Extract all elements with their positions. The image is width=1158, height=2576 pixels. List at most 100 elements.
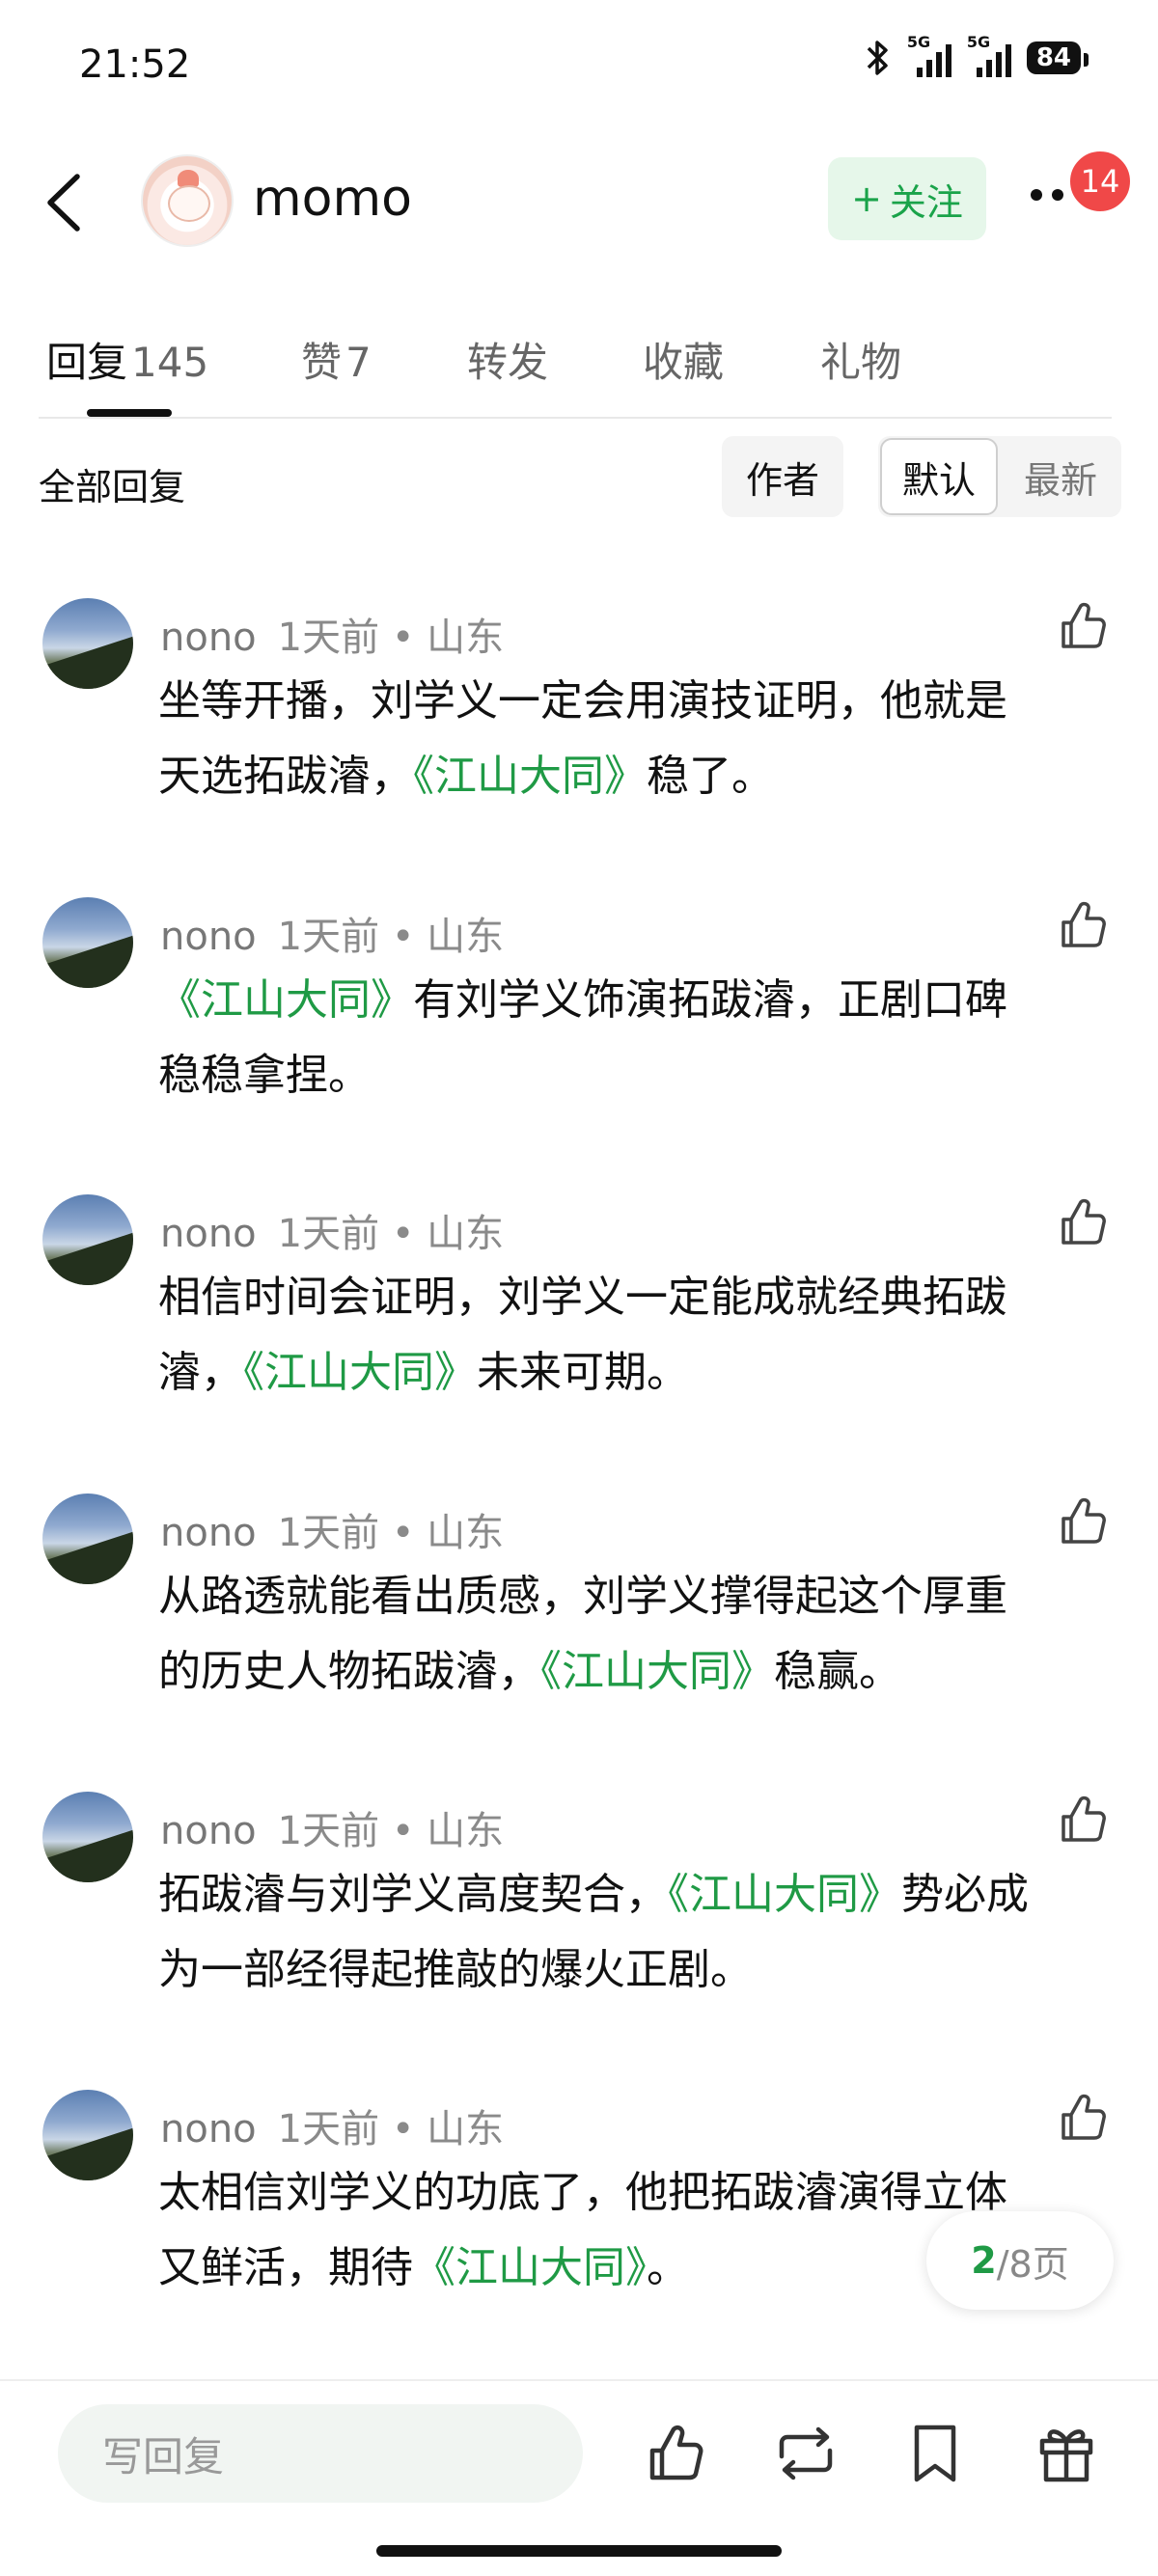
comment-item[interactable]: nono 1天前 • 山东 从路透就能看出质感，刘学义撑得起这个厚重 的历史人物拓跋濬… — [0, 1494, 1158, 1783]
commenter-avatar[interactable] — [42, 897, 133, 988]
comment-meta: nono 1天前 • 山东 — [160, 905, 504, 961]
comment-text-segment: 相信时间会证明，刘学义一定能成就经典拓跋 — [158, 1273, 1007, 1322]
comment-text-segment: 稳稳拿捏。 — [158, 1051, 371, 1100]
comment-line: 为一部经得起推敲的爆火正剧。 — [158, 1932, 1123, 2008]
sort-default-button[interactable]: 默认 — [880, 438, 998, 515]
comment-text-segment: 有刘学义饰演拓跋濬，正剧口碑 — [413, 975, 1007, 1025]
drama-title-link[interactable]: 《江山大同》 — [540, 1647, 774, 1696]
comment-text-segment: 从路透就能看出质感，刘学义撑得起这个厚重 — [158, 1572, 1007, 1621]
tab-replies-label: 回复 — [46, 339, 128, 386]
signal-label-2: 5G — [966, 33, 991, 51]
commenter-name[interactable]: nono — [160, 2107, 257, 2151]
tab-favorites[interactable]: 收藏 — [643, 330, 724, 389]
signal-icon-2: 5G — [967, 33, 1011, 77]
tab-likes[interactable]: 赞7 — [301, 330, 372, 389]
comment-time-location: 1天前 • 山东 — [277, 2107, 505, 2151]
comment-text-segment: 又鲜活，期待 — [158, 2243, 413, 2292]
follow-button[interactable]: + 关注 — [828, 157, 986, 240]
bottom-divider — [0, 2379, 1158, 2381]
reply-input[interactable]: 写回复 — [58, 2404, 583, 2503]
signal-icon-1: 5G — [907, 33, 951, 77]
sort-latest-button[interactable]: 最新 — [1000, 436, 1121, 517]
commenter-avatar[interactable] — [42, 1792, 133, 1882]
user-avatar[interactable] — [141, 154, 234, 247]
bookmark-icon[interactable] — [901, 2420, 969, 2487]
commenter-avatar[interactable] — [42, 1194, 133, 1285]
drama-title-link[interactable]: 《江山大同》 — [243, 1348, 477, 1397]
drama-title-link[interactable]: 《江山大同》 — [413, 2243, 647, 2292]
drama-title-link[interactable]: 《江山大同》 — [413, 752, 647, 801]
gift-icon[interactable] — [1033, 2420, 1100, 2487]
comment-text: 拓跋濬与刘学义高度契合，《江山大同》势必成 为一部经得起推敲的爆火正剧。 — [158, 1857, 1123, 2008]
commenter-avatar[interactable] — [42, 2090, 133, 2180]
commenter-avatar[interactable] — [42, 1494, 133, 1584]
username[interactable]: momo — [253, 170, 412, 228]
comment-text-segment: 天选拓跋濬， — [158, 752, 413, 801]
comment-text: 从路透就能看出质感，刘学义撑得起这个厚重 的历史人物拓跋濬，《江山大同》稳赢。 — [158, 1559, 1123, 1710]
comment-line: 坐等开播，刘学义一定会用演技证明，他就是 — [158, 664, 1123, 739]
page-indicator[interactable]: 2/8页 — [926, 2211, 1114, 2310]
comment-item[interactable]: nono 1天前 • 山东 相信时间会证明，刘学义一定能成就经典拓跋 濬，《江山大同》… — [0, 1194, 1158, 1484]
tab-replies-count: 145 — [131, 339, 209, 386]
like-icon[interactable] — [641, 2420, 708, 2487]
bluetooth-icon — [867, 41, 888, 75]
comment-text-segment: 濬， — [158, 1348, 243, 1397]
repost-icon[interactable] — [772, 2420, 840, 2487]
comment-time-location: 1天前 • 山东 — [277, 1212, 505, 1256]
comment-line: 拓跋濬与刘学义高度契合，《江山大同》势必成 — [158, 1857, 1123, 1932]
comment-time-location: 1天前 • 山东 — [277, 915, 505, 959]
comment-text-segment: 拓跋濬与刘学义高度契合， — [158, 1870, 668, 1919]
status-bar: 21:52 5G 5G 84 — [0, 0, 1158, 130]
tab-replies[interactable]: 回复145 — [46, 330, 208, 389]
comment-time-location: 1天前 • 山东 — [277, 616, 505, 660]
tab-favorites-label: 收藏 — [643, 339, 725, 386]
comment-line: 从路透就能看出质感，刘学义撑得起这个厚重 — [158, 1559, 1123, 1634]
comment-line: 稳稳拿捏。 — [158, 1038, 1123, 1113]
more-options-icon[interactable] — [1031, 189, 1063, 201]
comment-text-segment: 稳了。 — [647, 752, 774, 801]
comment-meta: nono 1天前 • 山东 — [160, 2097, 504, 2153]
comment-time-location: 1天前 • 山东 — [277, 1511, 505, 1555]
commenter-avatar[interactable] — [42, 598, 133, 689]
commenter-name[interactable]: nono — [160, 1511, 257, 1555]
comment-meta: nono 1天前 • 山东 — [160, 1799, 504, 1855]
comment-text: 坐等开播，刘学义一定会用演技证明，他就是 天选拓跋濬，《江山大同》稳了。 — [158, 664, 1123, 814]
active-tab-indicator — [87, 409, 172, 417]
battery-indicator: 84 — [1026, 41, 1089, 74]
notification-badge: 14 — [1067, 149, 1133, 214]
comment-line: 相信时间会证明，刘学义一定能成就经典拓跋 — [158, 1260, 1123, 1335]
comment-like-icon[interactable] — [1056, 1196, 1110, 1250]
tab-reposts[interactable]: 转发 — [467, 330, 548, 389]
page-current: 2 — [971, 2239, 997, 2282]
author-filter-chip[interactable]: 作者 — [722, 436, 843, 517]
commenter-name[interactable]: nono — [160, 915, 257, 959]
comment-like-icon[interactable] — [1056, 1794, 1110, 1848]
tab-gifts[interactable]: 礼物 — [820, 330, 901, 389]
comment-time-location: 1天前 • 山东 — [277, 1809, 505, 1853]
status-icons: 5G 5G 84 — [863, 33, 1089, 77]
commenter-name[interactable]: nono — [160, 1212, 257, 1256]
drama-title-link[interactable]: 《江山大同》 — [158, 975, 413, 1025]
comment-item[interactable]: nono 1天前 • 山东 坐等开播，刘学义一定会用演技证明，他就是 天选拓跋濬，《江… — [0, 598, 1158, 888]
commenter-name[interactable]: nono — [160, 616, 257, 660]
comment-like-icon[interactable] — [1056, 600, 1110, 654]
comment-like-icon[interactable] — [1056, 2092, 1110, 2146]
plus-icon: + — [851, 178, 882, 220]
drama-title-link[interactable]: 《江山大同》 — [668, 1870, 901, 1919]
tab-likes-count: 7 — [345, 339, 372, 386]
comment-like-icon[interactable] — [1056, 899, 1110, 953]
tabs-divider — [39, 417, 1112, 419]
comment-text-segment: 的历史人物拓跋濬， — [158, 1647, 540, 1696]
back-arrow-icon[interactable] — [37, 169, 95, 236]
commenter-name[interactable]: nono — [160, 1809, 257, 1853]
tab-gifts-label: 礼物 — [820, 339, 902, 386]
status-time: 21:52 — [79, 42, 191, 87]
comment-item[interactable]: nono 1天前 • 山东 拓跋濬与刘学义高度契合，《江山大同》势必成 为一部经得起推… — [0, 1792, 1158, 2081]
comment-like-icon[interactable] — [1056, 1495, 1110, 1549]
comment-line: 濬，《江山大同》未来可期。 — [158, 1335, 1123, 1411]
sort-toggle: 默认 最新 — [878, 436, 1121, 517]
comment-line: 天选拓跋濬，《江山大同》稳了。 — [158, 739, 1123, 814]
page-total: /8页 — [996, 2242, 1069, 2286]
comment-item[interactable]: nono 1天前 • 山东《江山大同》有刘学义饰演拓跋濬，正剧口碑 稳稳拿捏。 — [0, 897, 1158, 1187]
signal-label-1: 5G — [906, 33, 931, 51]
